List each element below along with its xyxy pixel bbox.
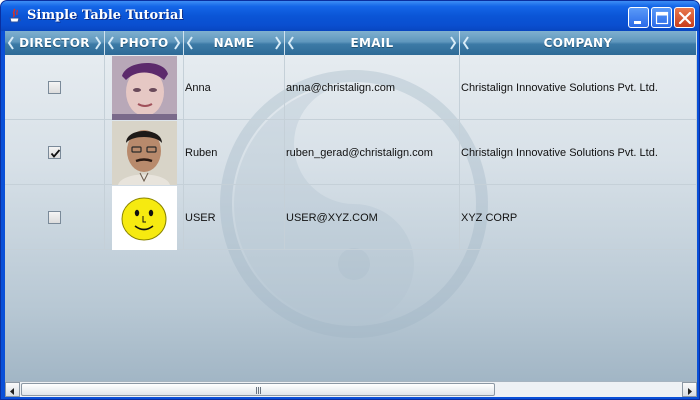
triangle-left-icon bbox=[10, 388, 14, 395]
chevron-left-icon bbox=[107, 36, 114, 50]
table-header: DIRECTOR PHOTO NAME EMAIL COMPANY bbox=[5, 31, 697, 55]
chevron-right-icon bbox=[95, 36, 102, 50]
scroll-right-button[interactable] bbox=[682, 382, 697, 397]
grip-icon bbox=[256, 387, 261, 394]
chevron-left-icon bbox=[287, 36, 294, 50]
table-row[interactable]: USER USER@XYZ.COM XYZ CORP bbox=[5, 185, 697, 250]
column-header-director[interactable]: DIRECTOR bbox=[5, 31, 105, 55]
column-header-photo[interactable]: PHOTO bbox=[105, 31, 184, 55]
java-cup-icon bbox=[9, 8, 21, 23]
name-cell: USER bbox=[184, 185, 285, 250]
triangle-right-icon bbox=[688, 388, 692, 395]
smiley-face-icon bbox=[111, 185, 177, 250]
director-checkbox-unchecked[interactable] bbox=[48, 81, 61, 94]
close-button[interactable] bbox=[674, 7, 695, 28]
email-cell: anna@christalign.com bbox=[285, 55, 460, 120]
window-title: Simple Table Tutorial bbox=[27, 8, 184, 23]
table-viewport: DIRECTOR PHOTO NAME EMAIL COMPANY Anna a… bbox=[5, 31, 697, 397]
column-header-label: NAME bbox=[213, 36, 255, 50]
portrait-woman-icon bbox=[111, 55, 177, 120]
company-cell: Christalign Innovative Solutions Pvt. Lt… bbox=[460, 120, 697, 185]
app-window: Simple Table Tutorial DIRECTOR PHOTO NAM… bbox=[0, 0, 700, 400]
minimize-button[interactable] bbox=[628, 7, 649, 28]
chevron-left-icon bbox=[186, 36, 193, 50]
director-checkbox-unchecked[interactable] bbox=[48, 211, 61, 224]
scroll-left-button[interactable] bbox=[5, 382, 20, 397]
table-row[interactable]: Anna anna@christalign.com Christalign In… bbox=[5, 55, 697, 120]
close-icon bbox=[678, 11, 692, 25]
column-header-company[interactable]: COMPANY bbox=[460, 31, 697, 55]
horizontal-scrollbar[interactable] bbox=[5, 381, 697, 397]
director-cell[interactable] bbox=[5, 120, 105, 185]
chevron-left-icon bbox=[7, 36, 14, 50]
photo-cell bbox=[105, 120, 184, 185]
maximize-icon bbox=[655, 11, 669, 25]
checkmark-icon bbox=[50, 149, 61, 158]
column-header-label: COMPANY bbox=[543, 36, 613, 50]
column-header-label: DIRECTOR bbox=[19, 36, 90, 50]
scrollbar-thumb[interactable] bbox=[21, 383, 495, 396]
email-cell: USER@XYZ.COM bbox=[285, 185, 460, 250]
chevron-right-icon bbox=[450, 36, 457, 50]
name-cell: Ruben bbox=[184, 120, 285, 185]
minimize-icon bbox=[634, 21, 641, 24]
title-bar[interactable]: Simple Table Tutorial bbox=[1, 1, 699, 31]
director-checkbox-checked[interactable] bbox=[48, 146, 61, 159]
column-header-label: EMAIL bbox=[350, 36, 394, 50]
name-cell: Anna bbox=[184, 55, 285, 120]
email-cell: ruben_gerad@christalign.com bbox=[285, 120, 460, 185]
director-cell[interactable] bbox=[5, 55, 105, 120]
chevron-left-icon bbox=[462, 36, 469, 50]
photo-cell bbox=[105, 55, 184, 120]
column-header-name[interactable]: NAME bbox=[184, 31, 285, 55]
column-header-email[interactable]: EMAIL bbox=[285, 31, 460, 55]
photo-cell bbox=[105, 185, 184, 250]
chevron-right-icon bbox=[275, 36, 282, 50]
table-row[interactable]: Ruben ruben_gerad@christalign.com Christ… bbox=[5, 120, 697, 185]
chevron-right-icon bbox=[174, 36, 181, 50]
maximize-button[interactable] bbox=[651, 7, 672, 28]
company-cell: Christalign Innovative Solutions Pvt. Lt… bbox=[460, 55, 697, 120]
column-header-label: PHOTO bbox=[119, 36, 169, 50]
company-cell: XYZ CORP bbox=[460, 185, 697, 250]
director-cell[interactable] bbox=[5, 185, 105, 250]
portrait-man-icon bbox=[111, 120, 177, 185]
